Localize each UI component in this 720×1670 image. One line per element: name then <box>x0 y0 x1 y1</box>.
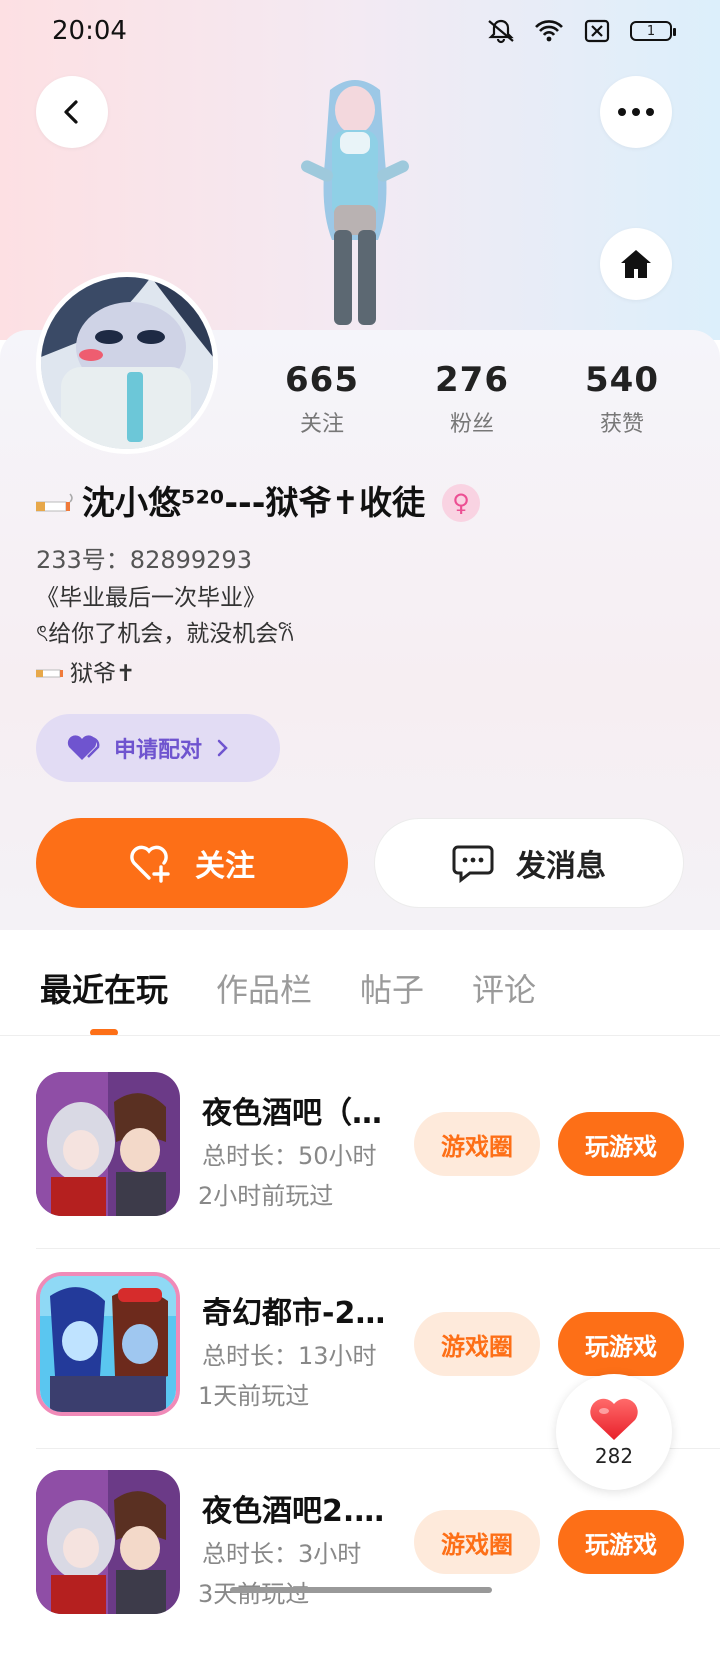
more-button[interactable] <box>600 76 672 148</box>
mute-bell-icon <box>486 18 516 44</box>
cigarette-icon <box>35 481 78 520</box>
game-circle-button[interactable]: 游戏圈 <box>414 1312 540 1376</box>
bio-line-3: 狱爷✝ <box>35 654 136 688</box>
back-button[interactable] <box>36 76 108 148</box>
follow-button[interactable]: 关注 <box>36 818 348 908</box>
no-sim-icon <box>582 18 612 44</box>
game-duration: 总时长：3小时 <box>202 1540 362 1568</box>
game-circle-button[interactable]: 游戏圈 <box>414 1112 540 1176</box>
stat-following[interactable]: 665 关注 <box>262 360 382 438</box>
row-divider <box>36 1248 720 1249</box>
game-thumbnail[interactable] <box>36 1072 180 1216</box>
following-count: 665 <box>285 360 359 400</box>
play-game-button[interactable]: 玩游戏 <box>558 1510 684 1574</box>
username: 沈小悠⁵²⁰---狱爷✝收徒 <box>35 476 426 524</box>
home-icon <box>621 250 651 278</box>
status-time: 20:04 <box>52 16 127 46</box>
game-thumbnail[interactable] <box>36 1470 180 1614</box>
game-title: 夜色酒吧（… <box>202 1096 382 1131</box>
battery-icon: 1 <box>630 21 676 41</box>
floating-like-button[interactable]: 282 <box>556 1374 672 1490</box>
profile-stats: 665 关注 276 粉丝 540 获赞 <box>0 360 720 450</box>
game-duration: 总时长：13小时 <box>202 1342 377 1370</box>
game-title: 奇幻都市-2… <box>202 1296 386 1331</box>
stat-fans[interactable]: 276 粉丝 <box>412 360 532 438</box>
bio-line-2: ৎ给你了机会，就没机会𐙚 <box>36 621 295 647</box>
chevron-left-icon <box>64 100 78 124</box>
more-dots-icon <box>618 108 654 116</box>
likes-count: 540 <box>585 360 659 400</box>
username-text: 沈小悠⁵²⁰---狱爷✝收徒 <box>82 483 426 522</box>
send-message-button[interactable]: 发消息 <box>374 818 684 908</box>
tab-divider <box>0 1035 720 1036</box>
list-item[interactable]: 夜色酒吧2.… 总时长：3小时 3天前玩过 游戏圈 玩游戏 <box>0 1470 720 1670</box>
play-game-button[interactable]: 玩游戏 <box>558 1112 684 1176</box>
game-last-played: 2小时前玩过 <box>198 1182 334 1210</box>
tab-recently-played[interactable]: 最近在玩 <box>40 965 168 1011</box>
game-title: 夜色酒吧2.… <box>202 1494 385 1529</box>
bio-line-3-text: 狱爷✝ <box>70 661 136 687</box>
cigarette-small-icon <box>35 658 68 684</box>
heart-plus-icon <box>130 845 170 883</box>
heart-pair-icon <box>67 735 100 760</box>
tab-works[interactable]: 作品栏 <box>216 965 312 1011</box>
status-bar: 20:04 1 <box>0 0 720 64</box>
fans-count: 276 <box>435 360 509 400</box>
pair-request-label: 申请配对 <box>114 738 203 763</box>
user-id: 233号：82899293 <box>36 546 252 574</box>
chat-bubble-icon <box>452 845 494 883</box>
bio-line-1: 《毕业最后一次毕业》 <box>36 585 266 611</box>
chevron-right-icon <box>217 739 228 757</box>
avatar-3d-figure <box>290 70 420 330</box>
like-count: 282 <box>594 1444 634 1468</box>
home-button[interactable] <box>600 228 672 300</box>
likes-label: 获赞 <box>599 412 644 437</box>
follow-label: 关注 <box>195 849 255 884</box>
female-icon: ♀ <box>442 484 480 522</box>
following-label: 关注 <box>299 412 344 437</box>
game-thumbnail[interactable] <box>36 1272 180 1416</box>
list-item[interactable]: 夜色酒吧（… 总时长：50小时 2小时前玩过 游戏圈 玩游戏 <box>0 1072 720 1272</box>
play-game-button[interactable]: 玩游戏 <box>558 1312 684 1376</box>
game-circle-button[interactable]: 游戏圈 <box>414 1510 540 1574</box>
tab-posts[interactable]: 帖子 <box>360 965 424 1011</box>
game-duration: 总时长：50小时 <box>202 1142 377 1170</box>
pair-request-button[interactable]: 申请配对 <box>36 714 280 782</box>
heart-icon <box>590 1398 638 1440</box>
fans-label: 粉丝 <box>449 412 494 437</box>
stat-likes[interactable]: 540 获赞 <box>562 360 682 438</box>
home-indicator[interactable] <box>230 1587 492 1593</box>
wifi-icon <box>534 18 564 44</box>
game-last-played: 1天前玩过 <box>198 1382 310 1410</box>
tab-comments[interactable]: 评论 <box>472 965 536 1011</box>
send-message-label: 发消息 <box>516 849 606 884</box>
